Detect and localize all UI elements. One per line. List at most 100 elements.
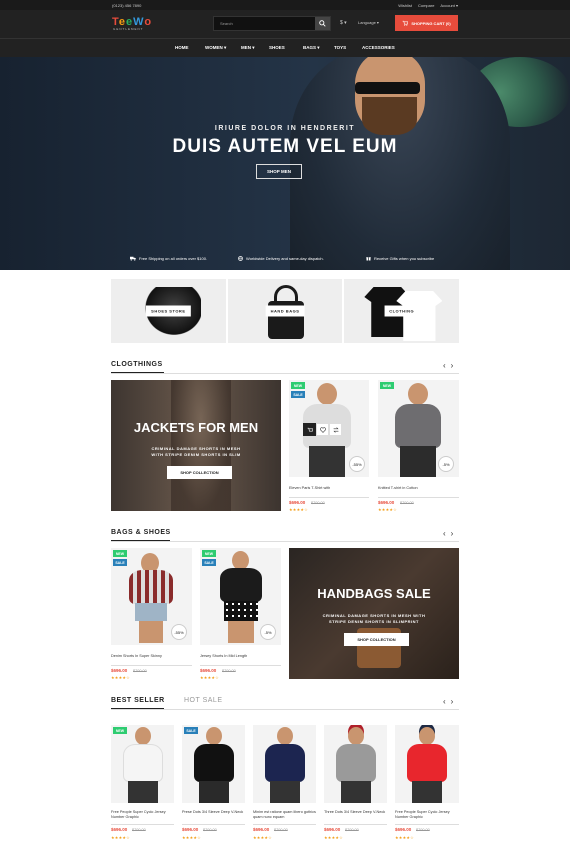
handbags-promo-banner[interactable]: HANDBAGS SALE CRIMINAL DAMAGE SHORTS IN … [289,548,459,679]
shopping-cart-button[interactable]: SHOPPING CART (0) [395,15,458,31]
next-arrow-icon[interactable]: › [451,529,454,538]
product-image [253,725,316,803]
nav-item-home[interactable]: HOME [175,45,189,50]
language-selector[interactable]: Language ▾ [358,20,379,25]
banner-handbags[interactable]: HAND BAGS [227,279,343,343]
features-bar: Free Shipping on all orders over $100. W… [0,253,570,267]
rating-stars: ★★★★☆ [111,675,130,680]
shop-collection-button[interactable]: SHOP COLLECTION [344,633,409,646]
model-hoodie [220,568,262,602]
compare-link[interactable]: Compare [418,3,434,8]
currency-selector[interactable]: $ ▾ [340,20,347,26]
product-price: $696.00 [395,827,412,832]
shop-men-button[interactable]: SHOP MEN [256,164,302,179]
feature-gifts: Receive Gifts when you subscribe [366,256,434,261]
product-name[interactable]: Three Dots 3/4 Sleeve Deep V-Neck [324,810,387,815]
card-divider [378,497,459,498]
nav-item-shoes[interactable]: SHOES [269,45,285,50]
shop-collection-button[interactable]: SHOP COLLECTION [167,466,232,479]
section-divider [111,373,459,374]
model-shorts [135,603,167,621]
wishlist-button[interactable] [316,423,329,436]
product-name[interactable]: Knitted T-shirt in Cotton [378,486,418,491]
product-old-price: $700.00 [345,828,359,832]
phone-number: (0123) 456 7890 [112,3,142,8]
nav-item-men[interactable]: MEN ▾ [241,45,255,51]
section-divider [111,541,459,542]
model-head [206,727,222,745]
card-divider [395,824,459,825]
rating-stars: ★★★★☆ [395,835,414,840]
product-name[interactable]: Free People Super Cyclo Jersey Number Gr… [395,810,459,820]
product-price: $696.00 [324,827,341,832]
card-divider [289,497,369,498]
main-nav: HOME WOMEN ▾ MEN ▾ SHOES BAGS ▾ TOYS ACC… [0,38,570,57]
jackets-promo-banner[interactable]: JACKETS FOR MEN CRIMINAL DAMAGE SHORTS I… [111,380,281,511]
cart-icon [307,427,313,431]
model-shirt [395,404,441,448]
product-card[interactable]: NEW SALE -5% Jersey Shorts In Mid Length… [200,548,281,683]
prev-arrow-icon[interactable]: ‹ [443,529,446,538]
next-arrow-icon[interactable]: › [451,361,454,370]
heart-icon [319,426,326,433]
model-legs [412,781,442,803]
handbag-handle [273,285,298,305]
product-name[interactable]: Minim est ratione quam libero gothics qu… [253,810,316,820]
product-card[interactable]: SALE Prese Dots 3/4 Sleeve Deep V-Neck $… [182,725,245,845]
product-name[interactable]: Denim Shorts In Super Skinny [111,654,162,659]
account-link[interactable]: Account ▾ [440,3,458,8]
product-old-price: $700.00 [203,828,217,832]
product-card[interactable]: NEW SALE -55% Eleven Paris T-Shirt with … [289,380,369,515]
nav-label: MEN [241,45,251,50]
prev-arrow-icon[interactable]: ‹ [443,361,446,370]
tab-label: BEST SELLER [111,697,165,704]
model-legs [400,446,436,477]
hero-model-sunglasses [355,82,420,94]
banner-clothing[interactable]: CLOTHING [344,279,460,343]
banner-label: CLOTHING [384,305,420,317]
feature-text: Receive Gifts when you subscribe [374,256,435,261]
product-name[interactable]: Free People Super Cyclo Jersey Number Gr… [111,810,174,820]
discount-badge: -55% [349,456,365,472]
tab-best-seller[interactable]: BEST SELLER [111,697,165,709]
search-input[interactable]: Search [213,16,331,31]
product-old-price: $700.00 [132,828,146,832]
model-legs [341,781,371,803]
truck-icon [130,256,136,261]
banner-shoes[interactable]: SHOES STORE [111,279,226,343]
product-card[interactable]: NEW -5% Knitted T-shirt in Cotton $696.0… [378,380,459,515]
product-card[interactable]: Minim est ratione quam libero gothics qu… [253,725,316,845]
compare-button[interactable] [329,423,342,436]
clothing-arrows: ‹ › [443,361,453,370]
prev-arrow-icon[interactable]: ‹ [443,697,446,706]
nav-item-bags[interactable]: BAGS ▾ [303,45,320,51]
product-name[interactable]: Jersey Shorts In Mid Length [200,654,247,659]
nav-item-accessories[interactable]: ACCESSORIES [362,45,395,50]
product-price: $696.00 [182,827,199,832]
model-head [408,383,428,405]
product-name[interactable]: Prese Dots 3/4 Sleeve Deep V-Neck [182,810,245,815]
product-old-price: $700.00 [311,501,325,505]
next-arrow-icon[interactable]: › [451,697,454,706]
banner-label: HAND BAGS [265,305,305,317]
product-card[interactable]: NEW SALE -55% Denim Shorts In Super Skin… [111,548,192,683]
nav-item-women[interactable]: WOMEN ▾ [205,45,226,51]
model-head [348,727,364,745]
rating-stars: ★★★★☆ [324,835,343,840]
nav-item-toys[interactable]: TOYS [334,45,346,50]
product-old-price: $700.00 [222,669,236,673]
product-name[interactable]: Eleven Paris T-Shirt with [289,486,330,491]
product-card[interactable]: Three Dots 3/4 Sleeve Deep V-Neck $696.0… [324,725,387,845]
product-image [395,725,459,803]
product-card[interactable]: NEW Free People Super Cyclo Jersey Numbe… [111,725,174,845]
add-to-cart-button[interactable] [303,423,316,436]
search-button[interactable] [315,17,330,30]
hero-title: DUIS AUTEM VEL EUM [172,136,398,157]
product-card[interactable]: Free People Super Cyclo Jersey Number Gr… [395,725,459,845]
wishlist-link[interactable]: Wishlist [398,3,412,8]
category-banners: SHOES STORE HAND BAGS CLOTHING [111,279,460,343]
card-divider [253,824,316,825]
tab-hot-sale[interactable]: HOT SALE [184,697,223,704]
product-old-price: $700.00 [133,669,147,673]
model-shirt [129,570,173,604]
